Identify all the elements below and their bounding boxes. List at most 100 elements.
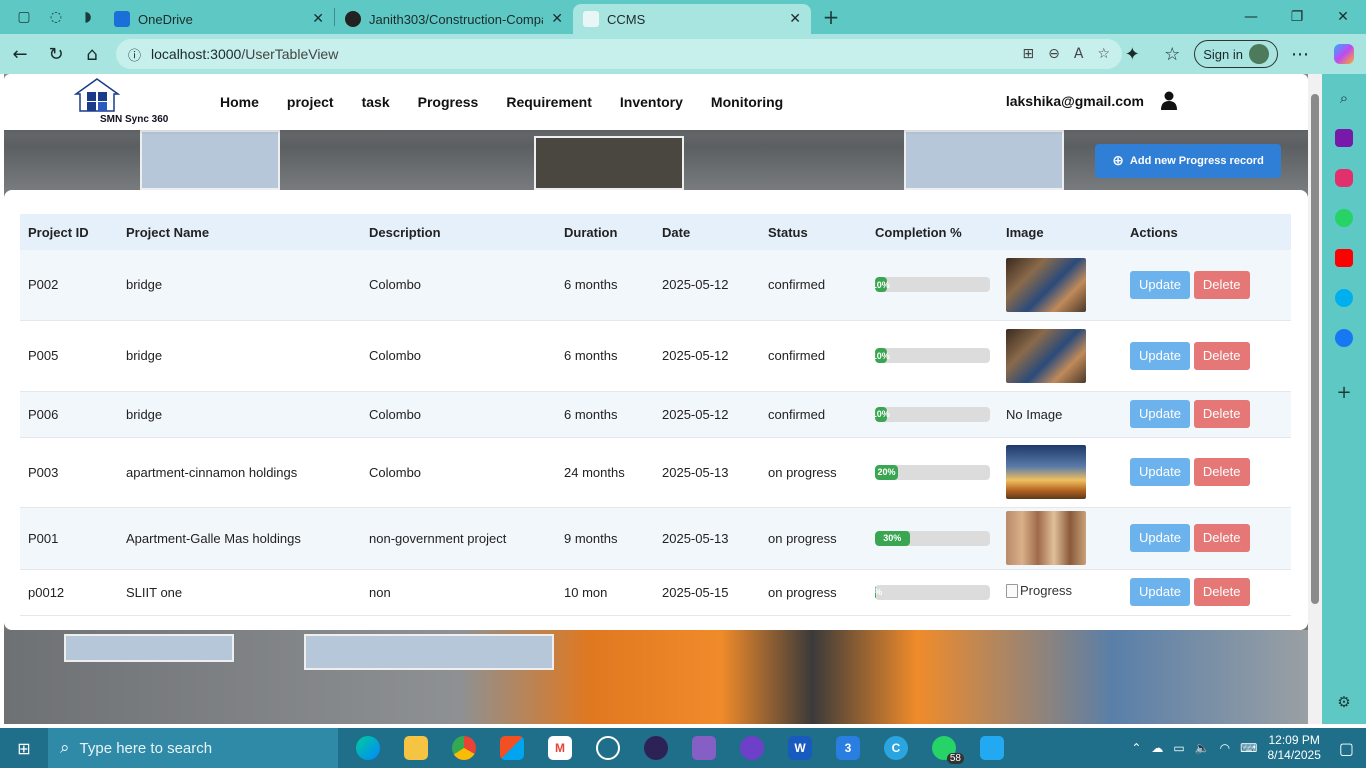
image-cell [998,320,1122,392]
home-icon[interactable]: ⌂ [74,36,110,72]
progress-thumbnail[interactable] [1006,445,1086,499]
delete-button[interactable]: Delete [1193,270,1250,299]
zoom-icon[interactable]: ⊖ [1048,46,1060,62]
update-button[interactable]: Update [1130,341,1190,370]
instagram-icon[interactable] [1332,162,1356,194]
user-icon[interactable] [1160,91,1178,111]
delete-button[interactable]: Delete [1193,458,1250,486]
settings-gear-icon[interactable]: ⚙ [1332,686,1356,718]
update-button[interactable]: Update [1130,578,1190,606]
image-cell [998,250,1122,321]
read-aloud-icon[interactable]: A [1074,46,1084,62]
favorites-icon[interactable]: ☆ [1154,36,1190,72]
youtube-icon[interactable] [1332,242,1356,274]
windows-start-icon[interactable]: ⊞ [0,728,48,768]
close-icon[interactable]: ✕ [312,11,324,27]
minimize-icon[interactable]: — [1228,0,1274,34]
taskbar-vscode-icon[interactable] [968,728,1016,768]
taskbar-word-icon[interactable]: W [776,728,824,768]
description: Colombo [361,320,556,392]
date: 2025-05-12 [654,250,760,321]
taskbar-eclipse-icon[interactable] [632,728,680,768]
skype-icon[interactable] [1332,282,1356,314]
taskbar-gmail-icon[interactable]: M [536,728,584,768]
close-icon[interactable]: ✕ [551,11,563,27]
info-icon[interactable]: ⓘ [128,45,141,64]
add-progress-record-button[interactable]: ⊕ Add new Progress record [1095,144,1281,178]
project-id: P006 [20,391,118,438]
onedrive-tray-icon[interactable]: ☁ [1151,741,1163,755]
back-icon[interactable]: ← [2,36,38,72]
page-scrollbar[interactable] [1308,74,1322,724]
taskbar-chrome-icon[interactable] [440,728,488,768]
clock[interactable]: 12:09 PM 8/14/2025 [1267,733,1320,763]
app-available-icon[interactable]: ⊞ [1022,46,1034,62]
extensions-icon[interactable]: ✦ [1114,36,1150,72]
progress-thumbnail[interactable] [1006,511,1086,565]
taskbar-store-icon[interactable] [488,728,536,768]
refresh-icon[interactable]: ↻ [38,36,74,72]
whatsapp-badge: 58 [946,753,964,764]
nav-home[interactable]: Home [220,94,259,110]
close-icon[interactable]: ✕ [789,11,801,27]
new-tab-icon[interactable]: + [815,2,847,32]
copilot-icon[interactable] [1322,36,1366,72]
sign-in-button[interactable]: Sign in [1194,40,1278,68]
description: Colombo [361,250,556,321]
search-icon[interactable]: ⌕ [1332,82,1356,114]
taskbar-file-explorer-icon[interactable] [392,728,440,768]
notifications-icon[interactable]: ▢ [1339,739,1354,758]
progress-thumbnail[interactable] [1006,328,1086,383]
app-logo[interactable]: SMN Sync 360 [74,78,184,128]
wifi-icon[interactable]: ◠ [1220,741,1230,755]
whatsapp-icon[interactable] [1332,202,1356,234]
facebook-icon[interactable] [1332,322,1356,354]
nav-project[interactable]: project [287,94,334,110]
tab-ccms[interactable]: CCMS ✕ [573,4,811,34]
onenote-icon[interactable] [1332,122,1356,154]
col-image: Image [1006,224,1044,240]
keyboard-icon[interactable]: ⌨ [1240,741,1257,755]
window-close-icon[interactable]: ✕ [1320,0,1366,34]
update-button[interactable]: Update [1130,458,1190,486]
favorite-star-icon[interactable]: ☆ [1097,46,1110,62]
url-field[interactable]: ⓘ localhost:3000/UserTableView ⊞ ⊖ A ☆ [116,39,1122,69]
duration: 24 months [556,437,654,508]
nav-progress[interactable]: Progress [418,94,479,110]
more-icon[interactable]: ⋯ [1282,36,1318,72]
tab-onedrive[interactable]: OneDrive ✕ [104,4,334,34]
update-button[interactable]: Update [1130,524,1190,552]
completion-cell: 10% [867,320,998,392]
update-button[interactable]: Update [1130,400,1190,428]
progress-thumbnail[interactable] [1006,257,1086,312]
taskbar-github-desktop-icon[interactable] [728,728,776,768]
taskbar-visual-studio-icon[interactable] [680,728,728,768]
update-button[interactable]: Update [1130,270,1190,299]
taskbar-c-app-icon[interactable]: C [872,728,920,768]
restore-icon[interactable]: ❐ [1274,0,1320,34]
workspace-icon[interactable]: ◌ [40,2,72,32]
col-actions: Actions [1130,224,1178,240]
taskbar-whatsapp-icon[interactable]: 58 [920,728,968,768]
nav-requirement[interactable]: Requirement [506,94,592,110]
taskbar-search[interactable]: ⌕ Type here to search [48,728,338,768]
delete-button[interactable]: Delete [1193,341,1250,370]
add-sidebar-app-icon[interactable]: + [1332,376,1356,408]
delete-button[interactable]: Delete [1193,400,1250,428]
tab-actions-icon[interactable]: ▢ [8,2,40,32]
nav-inventory[interactable]: Inventory [620,94,683,110]
battery-icon[interactable]: ▭ [1173,741,1184,755]
chevron-up-icon[interactable]: ⌃ [1131,741,1141,755]
tab-github[interactable]: Janith303/Construction-Company ✕ [335,4,573,34]
nav-task[interactable]: task [362,94,390,110]
delete-button[interactable]: Delete [1193,578,1250,606]
volume-icon[interactable]: 🔈 [1195,741,1210,755]
taskbar-app3-icon[interactable]: 3 [824,728,872,768]
image-cell [998,507,1122,570]
nav-monitoring[interactable]: Monitoring [711,94,783,110]
scrollbar-thumb[interactable] [1311,94,1319,604]
taskbar-edge-icon[interactable] [344,728,392,768]
taskbar-chatgpt-icon[interactable] [584,728,632,768]
extension-tab-icon[interactable]: ◗ [72,2,104,32]
delete-button[interactable]: Delete [1193,524,1250,552]
